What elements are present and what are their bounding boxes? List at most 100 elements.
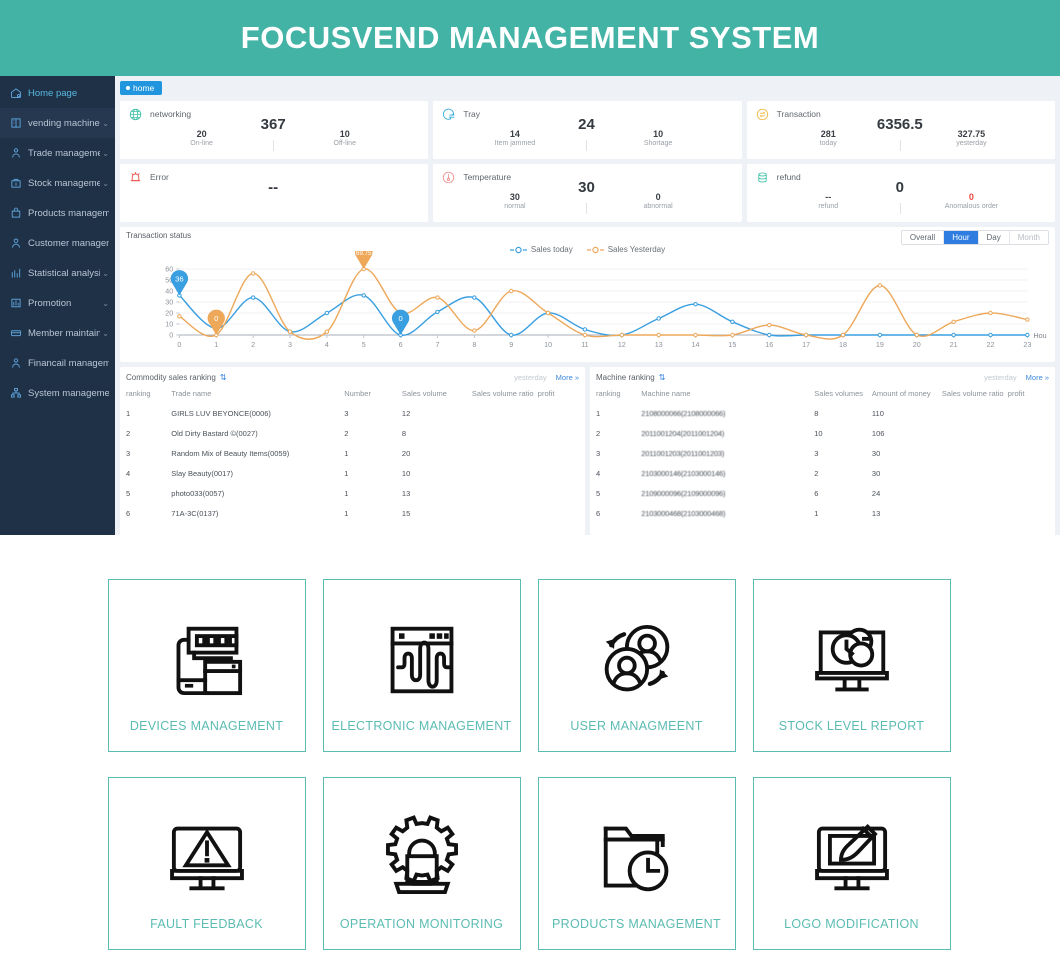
stat-card-body: 30 30 normal 0 abnormal	[441, 179, 731, 218]
machine-ranking-title: Machine ranking	[596, 373, 655, 382]
svg-text:18: 18	[839, 341, 847, 349]
sidebar-item-vending-machine[interactable]: vending machine ⌄	[0, 108, 115, 138]
machine-ranking-header: Machine ranking ⇅ yesterday More »	[596, 371, 1049, 384]
chart-marker: 36	[170, 270, 189, 296]
module-card-user-managmeent[interactable]: USER MANAGMEENT	[537, 579, 736, 752]
svg-text:4: 4	[325, 341, 329, 349]
modules-grid: DEVICES MANAGEMENT ELECTRONIC MANAGEMENT…	[107, 579, 953, 950]
table-row[interactable]: 6 71A-3C(0137) 1 15	[126, 503, 579, 523]
range-button-overall[interactable]: Overall	[902, 231, 945, 244]
table-row[interactable]: 2 Old Dirty Bastard ©(0027) 2 8	[126, 423, 579, 443]
commodity-more-link[interactable]: More »	[556, 373, 579, 382]
module-card-products-management[interactable]: PRODUCTS MANAGEMENT	[537, 777, 736, 950]
sidebar: Home pagevending machine⌄Trade managemen…	[0, 76, 115, 535]
table-row[interactable]: 1 2108000066(2108000066) 8 110	[596, 403, 1049, 423]
machine-more-link[interactable]: More »	[1026, 373, 1049, 382]
svg-text:6: 6	[399, 341, 403, 349]
svg-text:0: 0	[177, 341, 181, 349]
table-row[interactable]: 6 2103000468(2103000468) 1 13	[596, 503, 1049, 523]
sidebar-item-member-maintain[interactable]: Member maintain ⌄	[0, 318, 115, 348]
table-row[interactable]: 1 GIRLS LUV BEYONCE(0006) 3 12	[126, 403, 579, 423]
table-row[interactable]: 2 2011001204(2011001204) 10 106	[596, 423, 1049, 443]
table-cell	[1008, 483, 1049, 503]
sidebar-item-statistical-analysis[interactable]: Statistical analysis ⌄	[0, 258, 115, 288]
svg-text:23: 23	[1023, 341, 1031, 349]
sidebar-item-trade-management[interactable]: Trade management⌄	[0, 138, 115, 168]
table-row[interactable]: 3 2011001203(2011001203) 3 30	[596, 443, 1049, 463]
table-row[interactable]: 5 2109000096(2109000096) 6 24	[596, 483, 1049, 503]
svg-text:14: 14	[692, 341, 700, 349]
table-row[interactable]: 4 2103000146(2103000146) 2 30	[596, 463, 1049, 483]
svg-text:3: 3	[288, 341, 292, 349]
chart-range-toggle[interactable]: Overall Hour Day Month	[900, 230, 1049, 245]
finance-icon	[9, 357, 22, 370]
stat-right-label: Anomalous order	[944, 202, 999, 210]
chevron-down-icon: ⌄	[102, 148, 109, 158]
svg-text:20: 20	[913, 341, 921, 349]
sidebar-item-products-management[interactable]: Products management	[0, 198, 115, 228]
stat-card-temperature: Temperature 30 30 normal 0 abnormal	[433, 164, 742, 222]
table-cell	[942, 403, 1008, 423]
range-button-hour[interactable]: Hour	[944, 231, 979, 244]
waveform-window-icon	[376, 600, 468, 719]
module-card-label: LOGO MODIFICATION	[784, 917, 919, 931]
table-cell: Slay Beauty(0017)	[171, 468, 233, 478]
module-card-operation-monitoring[interactable]: OPERATION MONITORING	[322, 777, 521, 950]
table-cell	[472, 483, 538, 503]
table-cell: 3	[126, 448, 131, 458]
module-card-label: USER MANAGMEENT	[570, 719, 703, 733]
column-header: ranking	[126, 389, 151, 398]
range-button-day[interactable]: Day	[979, 231, 1010, 244]
stat-right-label: abnormal	[643, 202, 673, 210]
table-cell	[472, 503, 538, 523]
sidebar-item-customer-management[interactable]: Customer management	[0, 228, 115, 258]
sort-icon[interactable]: ⇅	[659, 373, 666, 382]
table-row[interactable]: 4 Slay Beauty(0017) 1 10	[126, 463, 579, 483]
module-card-electronic-management[interactable]: ELECTRONIC MANAGEMENT	[322, 579, 521, 752]
commodity-ranking-title: Commodity sales ranking	[126, 373, 216, 382]
table-row[interactable]: 5 photo033(0057) 1 13	[126, 483, 579, 503]
table-cell	[1008, 443, 1049, 463]
table-cell: 6	[814, 488, 819, 498]
module-card-stock-level-report[interactable]: STOCK LEVEL REPORT	[752, 579, 951, 752]
statistics-icon	[9, 267, 22, 280]
stat-divider	[273, 140, 275, 151]
column-header: Amount of money	[871, 389, 931, 398]
module-card-logo-modification[interactable]: LOGO MODIFICATION	[752, 777, 951, 950]
sidebar-item-promotion[interactable]: Promotion ⌄	[0, 288, 115, 318]
sidebar-item-stock-management[interactable]: Stock management⌄	[0, 168, 115, 198]
table-cell	[1008, 463, 1049, 483]
commodity-period-label: yesterday	[514, 373, 547, 382]
monitor-chart-icon	[806, 600, 898, 719]
machine-ranking-card: Machine ranking ⇅ yesterday More » ranki…	[590, 367, 1055, 535]
tab-home[interactable]: home	[120, 81, 163, 95]
stat-card-right-metric: 0 Anomalous order	[900, 192, 1043, 212]
table-cell	[942, 483, 1008, 503]
svg-text:0: 0	[169, 332, 173, 340]
transaction-icon	[755, 107, 770, 122]
table-cell: 3	[814, 448, 819, 458]
svg-text:21: 21	[950, 341, 958, 349]
table-cell: 1	[344, 488, 349, 498]
table-cell	[942, 423, 1008, 443]
table-row[interactable]: 3 Random Mix of Beauty Items(0059) 1 20	[126, 443, 579, 463]
range-button-month[interactable]: Month	[1010, 231, 1048, 244]
stat-card-transaction: Transaction 6356.5 281 today 327.75 yest…	[746, 101, 1055, 159]
app-header: FOCUSVEND MANAGEMENT SYSTEM	[0, 0, 1060, 76]
sidebar-item-home-page[interactable]: Home page	[0, 78, 115, 108]
column-header: Sales volume	[401, 389, 447, 398]
sort-icon[interactable]: ⇅	[220, 373, 227, 382]
stat-card-title: Transaction	[776, 109, 821, 119]
chevron-down-icon: ⌄	[102, 298, 109, 308]
table-cell: 2103000468(2103000468)	[641, 508, 726, 518]
table-cell: 110	[871, 408, 884, 418]
stock-icon	[9, 177, 22, 190]
sidebar-item-financail-management[interactable]: Financail management	[0, 348, 115, 378]
column-header: Sales volume ratio	[941, 389, 1004, 398]
stat-right-label: yesterday	[956, 139, 987, 147]
svg-text:11: 11	[581, 341, 588, 349]
module-card-fault-feedback[interactable]: FAULT FEEDBACK	[107, 777, 306, 950]
module-card-devices-management[interactable]: DEVICES MANAGEMENT	[107, 579, 306, 752]
sidebar-item-system-management[interactable]: System management	[0, 378, 115, 408]
table-cell	[1008, 403, 1049, 423]
